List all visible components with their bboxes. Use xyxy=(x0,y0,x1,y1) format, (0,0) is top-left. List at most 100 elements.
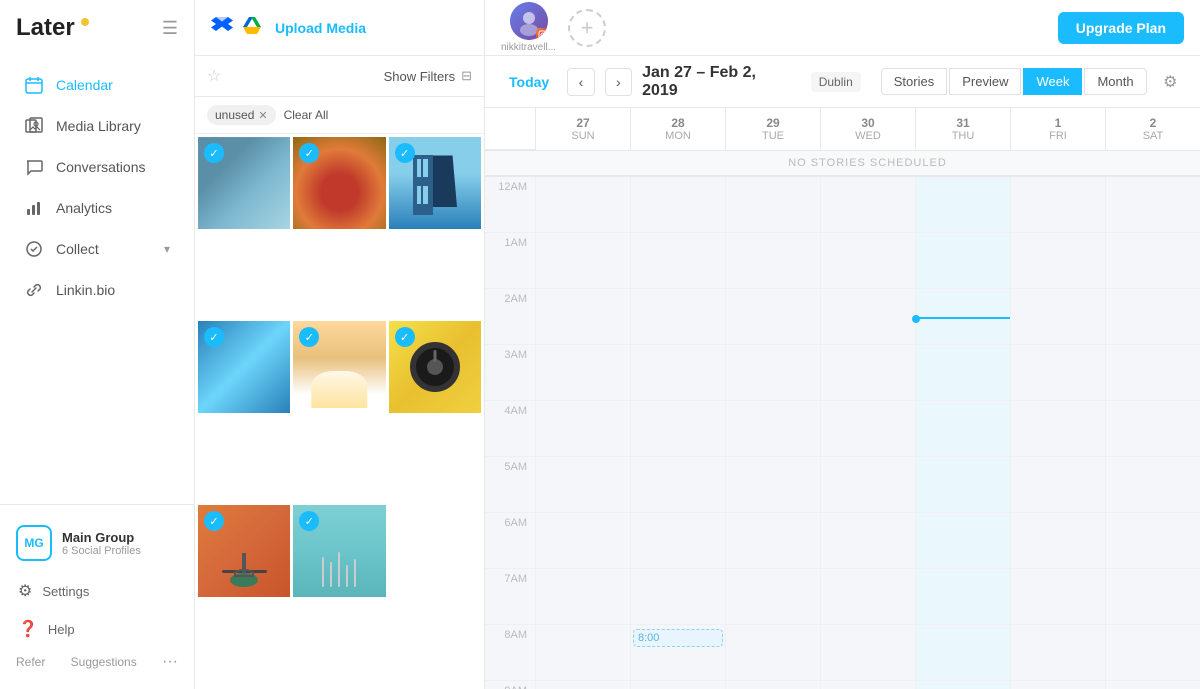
calendar-cell[interactable] xyxy=(915,345,1010,401)
suggestions-link[interactable]: Suggestions xyxy=(71,655,137,669)
calendar-cell[interactable] xyxy=(535,345,630,401)
calendar-cell[interactable] xyxy=(535,401,630,457)
calendar-cell[interactable] xyxy=(535,233,630,289)
calendar-cell[interactable] xyxy=(535,513,630,569)
calendar-cell[interactable] xyxy=(1010,177,1105,233)
calendar-cell[interactable]: 8:00 xyxy=(630,625,725,681)
dropbox-icon[interactable] xyxy=(211,14,233,41)
media-item[interactable]: ✓ xyxy=(198,321,290,413)
calendar-cell[interactable] xyxy=(725,681,820,689)
calendar-cell[interactable] xyxy=(915,513,1010,569)
calendar-cell[interactable] xyxy=(1010,681,1105,689)
calendar-cell[interactable] xyxy=(725,233,820,289)
sidebar-item-analytics[interactable]: Analytics xyxy=(8,188,186,228)
calendar-cell[interactable] xyxy=(820,569,915,625)
calendar-cell[interactable] xyxy=(630,513,725,569)
calendar-cell[interactable] xyxy=(915,289,1010,345)
calendar-cell[interactable] xyxy=(1105,345,1200,401)
add-profile-button[interactable]: + xyxy=(568,9,606,47)
tab-month[interactable]: Month xyxy=(1084,68,1146,95)
google-drive-icon[interactable] xyxy=(241,14,263,41)
sidebar-item-conversations[interactable]: Conversations xyxy=(8,147,186,187)
show-filters-button[interactable]: Show Filters ⊟ xyxy=(384,68,472,84)
calendar-cell[interactable] xyxy=(1010,289,1105,345)
refer-link[interactable]: Refer xyxy=(16,655,45,669)
calendar-cell[interactable] xyxy=(725,569,820,625)
calendar-cell[interactable] xyxy=(820,401,915,457)
more-options-icon[interactable]: ··· xyxy=(162,653,178,671)
calendar-cell[interactable] xyxy=(535,289,630,345)
group-info[interactable]: MG Main Group 6 Social Profiles xyxy=(0,513,194,573)
calendar-cell[interactable] xyxy=(1105,233,1200,289)
tab-week[interactable]: Week xyxy=(1023,68,1082,95)
calendar-cell[interactable] xyxy=(915,625,1010,681)
calendar-cell[interactable] xyxy=(820,457,915,513)
calendar-cell[interactable] xyxy=(725,289,820,345)
calendar-cell[interactable] xyxy=(1010,345,1105,401)
calendar-cell[interactable] xyxy=(1105,513,1200,569)
sidebar-item-linkin-bio[interactable]: Linkin.bio xyxy=(8,270,186,310)
tab-stories[interactable]: Stories xyxy=(881,68,947,95)
prev-week-button[interactable]: ‹ xyxy=(567,68,594,96)
calendar-cell[interactable] xyxy=(1010,401,1105,457)
calendar-cell[interactable] xyxy=(535,569,630,625)
media-item[interactable]: ✓ xyxy=(389,137,481,229)
calendar-cell[interactable] xyxy=(725,513,820,569)
calendar-cell[interactable] xyxy=(725,401,820,457)
calendar-cell[interactable] xyxy=(535,457,630,513)
calendar-cell[interactable] xyxy=(820,289,915,345)
profile-avatar[interactable] xyxy=(510,2,548,40)
calendar-cell[interactable] xyxy=(1010,569,1105,625)
help-action[interactable]: ❓ Help xyxy=(8,611,186,647)
media-item[interactable]: ✓ xyxy=(293,137,385,229)
calendar-cell[interactable] xyxy=(1105,401,1200,457)
calendar-cell[interactable] xyxy=(630,681,725,689)
calendar-cell[interactable] xyxy=(915,457,1010,513)
calendar-cell[interactable] xyxy=(630,177,725,233)
star-icon[interactable]: ☆ xyxy=(207,66,221,86)
calendar-cell[interactable] xyxy=(725,625,820,681)
sidebar-item-calendar[interactable]: Calendar xyxy=(8,65,186,105)
tab-preview[interactable]: Preview xyxy=(949,68,1021,95)
calendar-cell[interactable] xyxy=(915,569,1010,625)
calendar-cell[interactable] xyxy=(630,345,725,401)
upload-media-button[interactable]: Upload Media xyxy=(275,20,366,36)
upgrade-plan-button[interactable]: Upgrade Plan xyxy=(1058,12,1184,44)
calendar-cell[interactable] xyxy=(1105,625,1200,681)
calendar-cell[interactable] xyxy=(820,513,915,569)
calendar-cell[interactable] xyxy=(1105,177,1200,233)
calendar-cell[interactable] xyxy=(1105,457,1200,513)
calendar-cell[interactable] xyxy=(820,681,915,689)
sidebar-item-collect[interactable]: Collect ▾ xyxy=(8,229,186,269)
calendar-cell[interactable] xyxy=(535,177,630,233)
calendar-cell[interactable] xyxy=(915,233,1010,289)
next-week-button[interactable]: › xyxy=(605,68,632,96)
calendar-cell[interactable] xyxy=(1010,233,1105,289)
tag-close-icon[interactable]: ✕ xyxy=(258,109,267,122)
media-item[interactable]: ✓ xyxy=(389,321,481,413)
calendar-cell[interactable] xyxy=(820,625,915,681)
calendar-cell[interactable] xyxy=(820,177,915,233)
calendar-cell[interactable] xyxy=(535,681,630,689)
calendar-cell[interactable] xyxy=(725,457,820,513)
today-button[interactable]: Today xyxy=(501,70,557,94)
calendar-cell[interactable] xyxy=(725,345,820,401)
calendar-cell[interactable] xyxy=(725,177,820,233)
calendar-cell[interactable] xyxy=(630,457,725,513)
calendar-cell[interactable] xyxy=(915,681,1010,689)
calendar-cell[interactable] xyxy=(630,233,725,289)
calendar-cell[interactable] xyxy=(915,177,1010,233)
calendar-cell[interactable] xyxy=(630,569,725,625)
media-item[interactable]: ✓ xyxy=(198,505,290,597)
calendar-settings-icon[interactable]: ⚙ xyxy=(1157,68,1184,96)
scheduled-block[interactable]: 8:00 xyxy=(633,629,723,647)
media-item[interactable]: ✓ xyxy=(293,505,385,597)
media-item[interactable]: ✓ xyxy=(198,137,290,229)
media-item[interactable]: ✓ xyxy=(293,321,385,413)
calendar-cell[interactable] xyxy=(630,401,725,457)
calendar-cell[interactable] xyxy=(1105,681,1200,689)
calendar-cell[interactable] xyxy=(915,401,1010,457)
calendar-cell[interactable] xyxy=(1010,457,1105,513)
calendar-cell[interactable] xyxy=(1010,625,1105,681)
calendar-cell[interactable] xyxy=(1105,289,1200,345)
